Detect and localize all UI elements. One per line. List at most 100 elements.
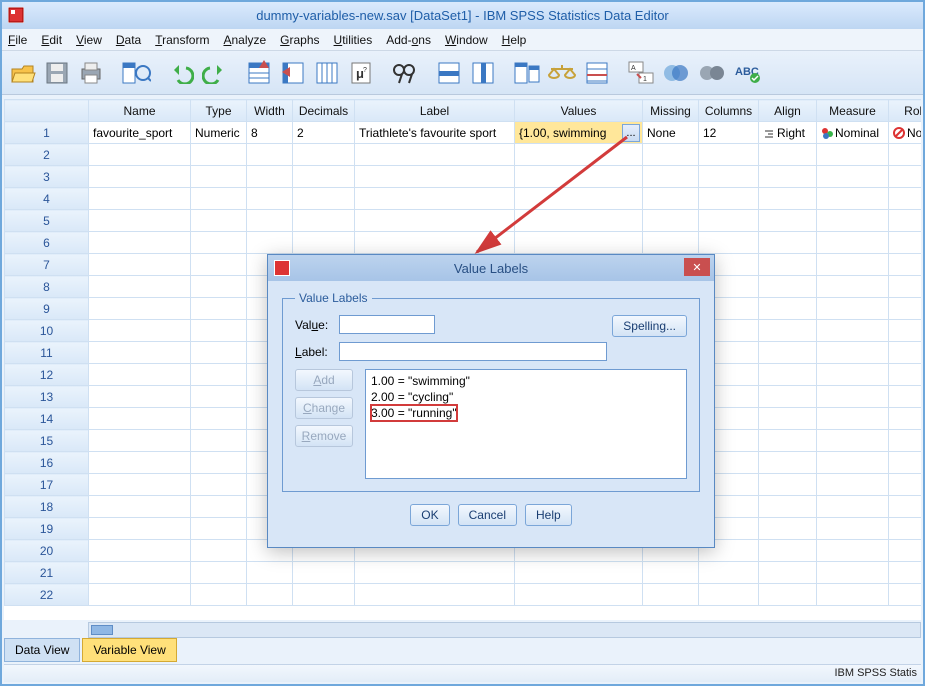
empty-cell[interactable] (293, 584, 355, 606)
row-number[interactable]: 7 (5, 254, 89, 276)
tab-data-view[interactable]: Data View (4, 638, 80, 662)
cell-values[interactable]: {1.00, swimming ... (515, 122, 643, 144)
menu-transform[interactable]: Transform (155, 33, 209, 47)
menu-graphs[interactable]: Graphs (280, 33, 319, 47)
empty-cell[interactable] (759, 166, 817, 188)
empty-cell[interactable] (759, 276, 817, 298)
customize-icon[interactable] (696, 56, 728, 90)
goto-case-icon[interactable] (244, 56, 274, 90)
empty-cell[interactable] (817, 188, 889, 210)
empty-cell[interactable] (89, 408, 191, 430)
empty-cell[interactable] (889, 144, 922, 166)
empty-cell[interactable] (89, 540, 191, 562)
empty-cell[interactable] (643, 562, 699, 584)
col-type[interactable]: Type (191, 100, 247, 122)
empty-cell[interactable] (515, 188, 643, 210)
empty-cell[interactable] (889, 342, 922, 364)
empty-cell[interactable] (191, 342, 247, 364)
empty-cell[interactable] (699, 210, 759, 232)
cell-measure[interactable]: Nominal (817, 122, 889, 144)
empty-cell[interactable] (889, 386, 922, 408)
empty-cell[interactable] (759, 562, 817, 584)
empty-cell[interactable] (355, 188, 515, 210)
empty-cell[interactable] (817, 276, 889, 298)
value-input[interactable] (339, 315, 435, 334)
row-number[interactable]: 18 (5, 496, 89, 518)
row-number[interactable]: 13 (5, 386, 89, 408)
empty-cell[interactable] (817, 540, 889, 562)
empty-cell[interactable] (817, 584, 889, 606)
empty-cell[interactable] (889, 276, 922, 298)
empty-cell[interactable] (889, 474, 922, 496)
empty-cell[interactable] (191, 452, 247, 474)
cell-type[interactable]: Numeric (191, 122, 247, 144)
insert-case-icon[interactable] (434, 56, 464, 90)
empty-cell[interactable] (191, 562, 247, 584)
run-desc-icon[interactable]: μ? (346, 56, 376, 90)
value-labels-item[interactable]: 1.00 = "swimming" (371, 373, 681, 389)
row-number[interactable]: 10 (5, 320, 89, 342)
empty-cell[interactable] (89, 232, 191, 254)
col-missing[interactable]: Missing (643, 100, 699, 122)
row-number[interactable]: 2 (5, 144, 89, 166)
empty-cell[interactable] (191, 320, 247, 342)
empty-cell[interactable] (355, 144, 515, 166)
empty-cell[interactable] (759, 430, 817, 452)
empty-cell[interactable] (759, 210, 817, 232)
empty-cell[interactable] (817, 298, 889, 320)
empty-cell[interactable] (89, 144, 191, 166)
menu-edit[interactable]: Edit (41, 33, 62, 47)
empty-cell[interactable] (759, 342, 817, 364)
empty-cell[interactable] (643, 584, 699, 606)
col-role[interactable]: Role (889, 100, 922, 122)
empty-cell[interactable] (889, 210, 922, 232)
find-icon[interactable] (390, 56, 420, 90)
empty-cell[interactable] (699, 232, 759, 254)
row-number[interactable]: 9 (5, 298, 89, 320)
empty-cell[interactable] (699, 188, 759, 210)
empty-cell[interactable] (889, 408, 922, 430)
variables-icon[interactable] (312, 56, 342, 90)
empty-cell[interactable] (293, 166, 355, 188)
empty-cell[interactable] (89, 166, 191, 188)
empty-cell[interactable] (889, 364, 922, 386)
spellcheck-icon[interactable]: ABC (732, 56, 764, 90)
empty-cell[interactable] (889, 188, 922, 210)
empty-cell[interactable] (817, 452, 889, 474)
change-button[interactable]: Change (295, 397, 353, 419)
empty-cell[interactable] (515, 210, 643, 232)
empty-cell[interactable] (89, 496, 191, 518)
empty-cell[interactable] (643, 188, 699, 210)
cell-missing[interactable]: None (643, 122, 699, 144)
save-icon[interactable] (42, 56, 72, 90)
empty-cell[interactable] (889, 452, 922, 474)
select-cases-icon[interactable] (582, 56, 612, 90)
use-sets-icon[interactable] (660, 56, 692, 90)
empty-cell[interactable] (889, 166, 922, 188)
row-number[interactable]: 21 (5, 562, 89, 584)
empty-cell[interactable] (817, 496, 889, 518)
empty-cell[interactable] (759, 232, 817, 254)
cell-columns[interactable]: 12 (699, 122, 759, 144)
empty-cell[interactable] (889, 562, 922, 584)
col-decimals[interactable]: Decimals (293, 100, 355, 122)
spelling-button[interactable]: Spelling... (612, 315, 687, 337)
empty-cell[interactable] (247, 232, 293, 254)
empty-cell[interactable] (699, 584, 759, 606)
row-number[interactable]: 11 (5, 342, 89, 364)
empty-cell[interactable] (817, 166, 889, 188)
empty-cell[interactable] (89, 188, 191, 210)
empty-cell[interactable] (89, 364, 191, 386)
empty-cell[interactable] (191, 232, 247, 254)
empty-cell[interactable] (889, 298, 922, 320)
row-number[interactable]: 5 (5, 210, 89, 232)
empty-cell[interactable] (355, 232, 515, 254)
row-number[interactable]: 3 (5, 166, 89, 188)
empty-cell[interactable] (889, 496, 922, 518)
empty-cell[interactable] (293, 144, 355, 166)
empty-cell[interactable] (643, 144, 699, 166)
undo-icon[interactable] (166, 56, 196, 90)
empty-cell[interactable] (355, 562, 515, 584)
col-name[interactable]: Name (89, 100, 191, 122)
empty-cell[interactable] (759, 188, 817, 210)
